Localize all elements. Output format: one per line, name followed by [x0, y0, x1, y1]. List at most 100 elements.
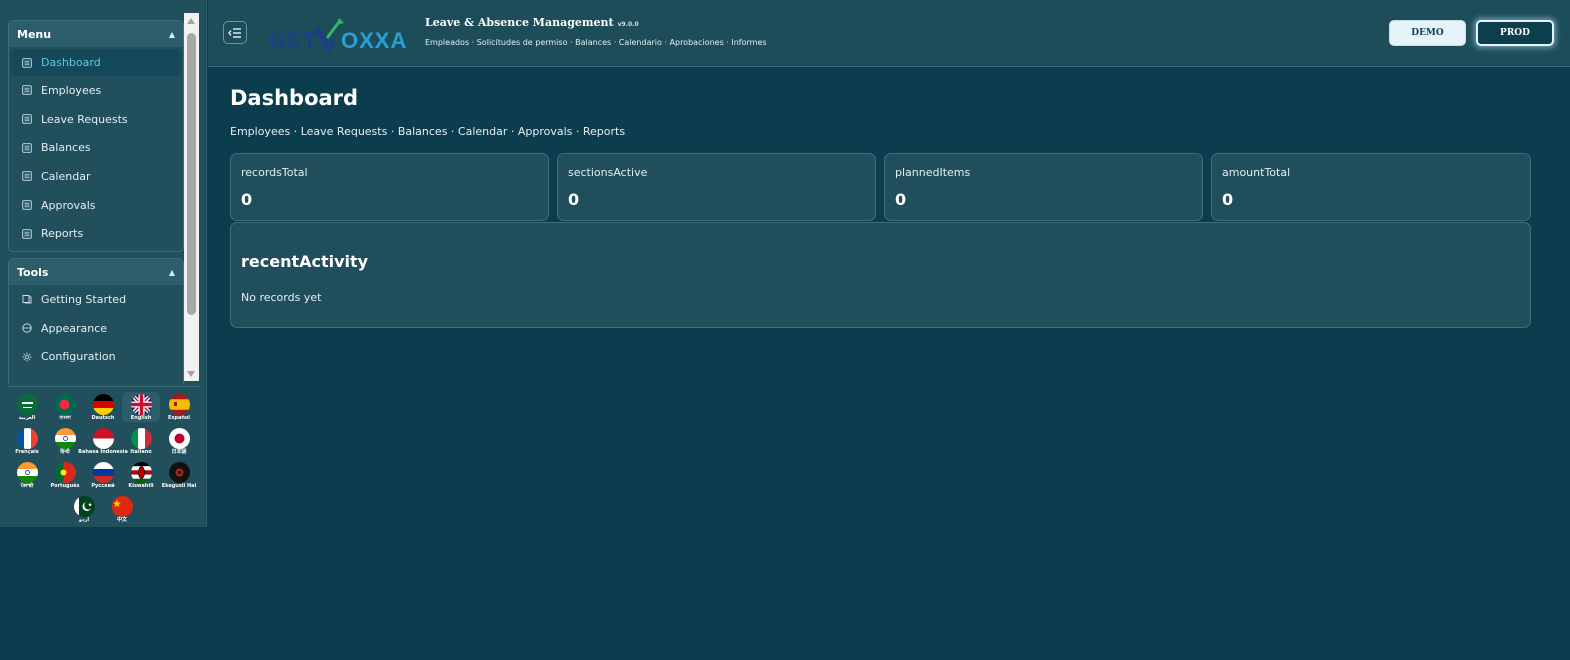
list-icon: [22, 200, 32, 210]
sidebar-item-label: Leave Requests: [41, 112, 128, 126]
sidebar-item-label: Getting Started: [41, 292, 127, 306]
sidebar: Menu ▲ Dashboard Employees Leave Requests B…: [0, 0, 207, 527]
language-option-pakistan[interactable]: اردو: [65, 494, 103, 524]
demo-button[interactable]: DEMO: [1389, 20, 1466, 46]
sidebar-item-appearance[interactable]: Appearance: [11, 314, 181, 343]
collapse-sidebar-icon: [228, 27, 241, 38]
language-option-china[interactable]: 中文: [103, 494, 141, 524]
stat-value: 0: [895, 190, 907, 209]
scrollbar-thumb[interactable]: [187, 33, 196, 315]
stat-card-planned-items: plannedItems 0: [884, 153, 1203, 221]
ekegusii-flag-icon: [168, 462, 190, 483]
india-flag-icon: [54, 428, 76, 449]
language-option-india[interactable]: ਪੰਜਾਬੀ: [8, 460, 46, 490]
book-icon: [22, 294, 32, 304]
sidebar-item-label: Balances: [41, 141, 91, 155]
sidebar-item-label: Appearance: [41, 321, 108, 335]
caret-up-icon: ▲: [168, 267, 175, 277]
language-label: Français: [15, 449, 39, 455]
kenya-flag-icon: [130, 462, 152, 483]
sidebar-item-calendar[interactable]: Calendar: [11, 162, 181, 191]
pakistan-flag-icon: [73, 496, 95, 517]
sidebar-item-label: Configuration: [41, 350, 116, 364]
stat-value: 0: [568, 190, 580, 209]
stat-value: 0: [241, 190, 253, 209]
language-selector: العربية বাংলা Deutsch English Español Françai…: [6, 392, 200, 524]
language-option-united-kingdom[interactable]: English: [122, 392, 160, 422]
svg-text:GET: GET: [269, 28, 317, 53]
language-option-russia[interactable]: Русский: [84, 460, 122, 490]
language-option-germany[interactable]: Deutsch: [84, 392, 122, 422]
menu-section-title: Menu: [17, 27, 52, 41]
prod-button[interactable]: PROD: [1476, 20, 1554, 46]
language-label: 中文: [116, 517, 127, 523]
language-label: বাংলা: [59, 415, 71, 421]
collapse-sidebar-button[interactable]: [223, 21, 247, 44]
tools-section: Tools ▲ Getting Started Appearance Configu…: [8, 258, 184, 384]
spain-flag-icon: [168, 394, 190, 415]
sidebar-item-leave-requests[interactable]: Leave Requests: [11, 105, 181, 134]
language-option-saudi-arabia[interactable]: العربية: [8, 392, 46, 422]
india-flag-icon: [16, 462, 38, 483]
language-label: English: [130, 415, 152, 421]
language-option-kenya[interactable]: Kiswahili: [122, 460, 160, 490]
saudi-arabia-flag-icon: [16, 394, 38, 415]
menu-section-header[interactable]: Menu ▲: [9, 21, 183, 47]
stat-label: plannedItems: [895, 166, 971, 179]
tools-section-header[interactable]: Tools ▲: [9, 259, 183, 285]
language-option-japan[interactable]: 日本語: [160, 426, 198, 456]
sidebar-item-label: Dashboard: [41, 56, 101, 69]
scroll-up-arrow-icon[interactable]: [187, 18, 195, 24]
italy-flag-icon: [130, 428, 152, 449]
menu-section: Menu ▲ Dashboard Employees Leave Requests B…: [8, 20, 184, 252]
language-label: Español: [167, 415, 191, 421]
france-flag-icon: [16, 428, 38, 449]
sidebar-item-approvals[interactable]: Approvals: [11, 191, 181, 220]
brand-logo: GET OXXA: [269, 14, 411, 54]
sidebar-scroll-area: Menu ▲ Dashboard Employees Leave Requests B…: [0, 0, 207, 384]
palette-icon: [22, 323, 32, 333]
sidebar-item-reports[interactable]: Reports: [11, 219, 181, 248]
language-option-bangladesh[interactable]: বাংলা: [46, 392, 84, 422]
russia-flag-icon: [92, 462, 114, 483]
stat-card-records-total: recordsTotal 0: [230, 153, 549, 221]
sidebar-item-getting-started[interactable]: Getting Started: [11, 285, 181, 314]
list-icon: [22, 229, 32, 239]
sidebar-item-configuration[interactable]: Configuration: [11, 342, 181, 371]
japan-flag-icon: [168, 428, 190, 449]
scroll-down-arrow-icon[interactable]: [187, 371, 195, 377]
sidebar-item-dashboard[interactable]: Dashboard: [11, 49, 181, 76]
empty-state-text: No records yet: [241, 291, 322, 304]
stat-label: recordsTotal: [241, 166, 308, 179]
language-option-ekegusii[interactable]: Ekegusii Hai: [160, 460, 198, 490]
page-title: Dashboard: [230, 86, 359, 110]
stat-value: 0: [1222, 190, 1234, 209]
sidebar-item-balances[interactable]: Balances: [11, 133, 181, 162]
language-label: ਪੰਜਾਬੀ: [20, 483, 34, 489]
language-label: Português: [50, 483, 80, 489]
bangladesh-flag-icon: [54, 394, 76, 415]
divider: [8, 386, 200, 387]
language-option-italy[interactable]: Italiano: [122, 426, 160, 456]
list-icon: [22, 114, 32, 124]
language-option-france[interactable]: Français: [8, 426, 46, 456]
stat-label: amountTotal: [1222, 166, 1291, 179]
sidebar-item-employees[interactable]: Employees: [11, 76, 181, 105]
united-kingdom-flag-icon: [130, 394, 152, 415]
list-icon: [22, 85, 32, 96]
language-label: Ekegusii Hai: [161, 483, 197, 489]
indonesia-flag-icon: [92, 428, 114, 449]
list-icon: [22, 171, 32, 182]
top-header: GET OXXA Leave & Absence Management v9.0.…: [208, 0, 1570, 67]
language-option-portugal[interactable]: Português: [46, 460, 84, 490]
language-label: اردو: [78, 517, 90, 523]
gear-icon: [22, 352, 32, 362]
language-label: Italiano: [130, 449, 152, 455]
china-flag-icon: [111, 496, 133, 517]
language-label: Deutsch: [91, 415, 115, 421]
language-option-spain[interactable]: Español: [160, 392, 198, 422]
stat-card-sections-active: sectionsActive 0: [557, 153, 876, 221]
germany-flag-icon: [92, 394, 114, 415]
sidebar-scrollbar[interactable]: [184, 13, 199, 381]
language-option-indonesia[interactable]: Bahasa Indonesia: [78, 426, 128, 456]
